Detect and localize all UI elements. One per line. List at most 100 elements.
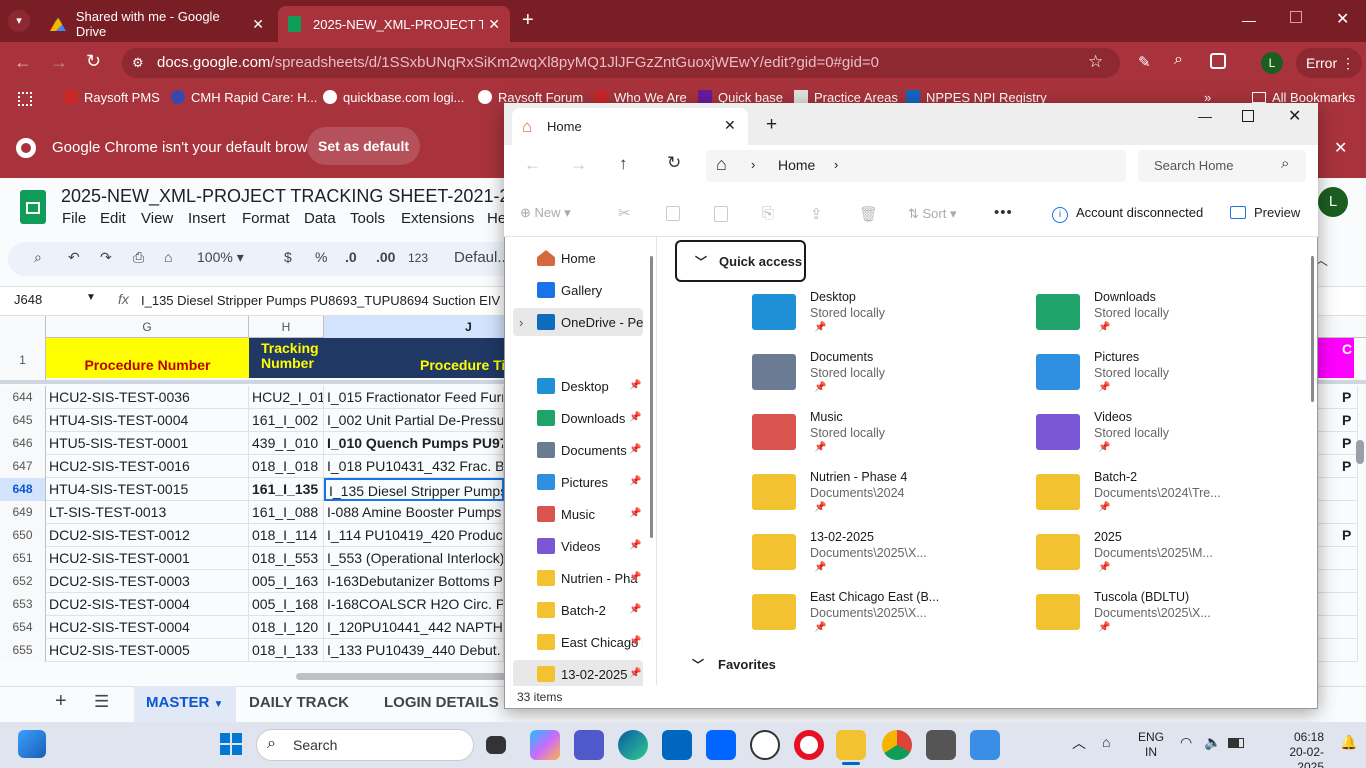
file-explorer-icon[interactable]	[836, 730, 866, 760]
cell-tracking-number[interactable]: 005_I_168	[249, 593, 324, 616]
language-indicator[interactable]: ENG IN	[1138, 730, 1164, 760]
cell-right-column[interactable]: P	[1318, 386, 1358, 409]
sidebar-item-home[interactable]: Home	[513, 244, 643, 272]
menu-file[interactable]: File	[62, 210, 86, 227]
cell-procedure-title[interactable]: I_135 Diesel Stripper Pumps P	[324, 478, 504, 501]
pen-icon[interactable]: ✎	[1138, 53, 1151, 71]
cell-right-column[interactable]	[1318, 547, 1358, 570]
restore-window-button[interactable]	[1290, 11, 1302, 23]
omnibox[interactable]: ⚙ docs.google.com/spreadsheets/d/1SSxbUN…	[122, 48, 1120, 78]
cell-right-column[interactable]: P	[1318, 409, 1358, 432]
paste-icon[interactable]	[714, 206, 728, 222]
close-infobar-icon[interactable]: ✕	[1334, 138, 1347, 158]
chrome-icon[interactable]	[882, 730, 912, 760]
sheet-tab-daily-track[interactable]: DAILY TRACK	[249, 694, 349, 711]
reload-icon[interactable]: ↻	[86, 51, 101, 72]
edge-icon[interactable]	[618, 730, 648, 760]
up-icon[interactable]: ↑	[619, 154, 628, 174]
site-info-icon[interactable]: ⚙	[132, 55, 144, 71]
tab-search-button[interactable]: ▾	[8, 10, 30, 32]
widgets-icon[interactable]	[18, 730, 46, 758]
cell-procedure-title[interactable]: I-088 Amine Booster Pumps P	[324, 501, 504, 524]
sidebar-item-nutrien-pha[interactable]: Nutrien - Pha	[513, 564, 643, 592]
row-number[interactable]: 655	[0, 639, 46, 662]
close-tab-icon[interactable]: ✕	[488, 16, 500, 33]
row-number[interactable]: 648	[0, 478, 46, 501]
row-number[interactable]: 652	[0, 570, 46, 593]
row-number[interactable]: 651	[0, 547, 46, 570]
refresh-icon[interactable]: ↻	[667, 153, 681, 173]
cell-procedure-title[interactable]: I_114 PU10419_420 Product S	[324, 524, 504, 547]
cell-procedure-title[interactable]: I_120PU10441_442 NAPTHA	[324, 616, 504, 639]
task-view-icon[interactable]	[486, 736, 506, 754]
row-number[interactable]: 647	[0, 455, 46, 478]
cell-right-column[interactable]	[1318, 478, 1358, 501]
percent-format-button[interactable]: %	[315, 249, 327, 265]
all-sheets-icon[interactable]: ☰	[94, 692, 109, 712]
sheet-tab-login-details[interactable]: LOGIN DETAILS	[384, 694, 499, 711]
rename-icon[interactable]: ⎘	[762, 205, 774, 222]
cell-procedure-title[interactable]: I_133 PU10439_440 Debut. B	[324, 639, 504, 662]
select-all-corner[interactable]	[0, 316, 46, 338]
cell-tracking-number[interactable]: 018_I_133	[249, 639, 324, 662]
cell-procedure-number[interactable]: HCU2-SIS-TEST-0036	[46, 386, 249, 409]
column-header-h[interactable]: H	[249, 316, 324, 338]
bookmark-raysoft-pms[interactable]: Raysoft PMS	[64, 90, 160, 105]
copy-icon[interactable]	[666, 206, 680, 221]
row-number[interactable]: 1	[0, 338, 46, 382]
preview-button[interactable]: Preview	[1230, 205, 1300, 220]
app-icon[interactable]	[970, 730, 1000, 760]
row-number[interactable]: 649	[0, 501, 46, 524]
bookmark-star-icon[interactable]: ☆	[1088, 52, 1103, 72]
quick-access-item[interactable]: 13-02-2025 Documents\2025\X... 📌	[752, 530, 1012, 590]
network-status-icon[interactable]: ⌂	[1102, 734, 1110, 750]
cell-procedure-number[interactable]: HTU4-SIS-TEST-0015	[46, 478, 249, 501]
cell-procedure-number[interactable]: HCU2-SIS-TEST-0005	[46, 639, 249, 662]
row-number[interactable]: 650	[0, 524, 46, 547]
windows-start-icon[interactable]	[220, 733, 242, 755]
more-formats-button[interactable]: 123	[408, 251, 428, 265]
quick-access-item[interactable]: Downloads Stored locally 📌	[1036, 290, 1296, 350]
quick-access-item[interactable]: Desktop Stored locally 📌	[752, 290, 1012, 350]
row-number[interactable]: 646	[0, 432, 46, 455]
sidebar-item-batch-2[interactable]: Batch-2	[513, 596, 643, 624]
horizontal-scrollbar[interactable]	[296, 673, 506, 680]
cell-right-column[interactable]	[1318, 639, 1358, 662]
document-title[interactable]: 2025-NEW_XML-PROJECT TRACKING SHEET-2021…	[61, 186, 530, 207]
cell-procedure-title[interactable]: I_015 Fractionator Feed Furna	[324, 386, 504, 409]
cell-procedure-title[interactable]: I_018 PU10431_432 Frac. Bo	[324, 455, 504, 478]
cell-procedure-title[interactable]: I_002 Unit Partial De-Pressuri	[324, 409, 504, 432]
sidebar-item-documents[interactable]: Documents	[513, 436, 643, 464]
set-as-default-button[interactable]: Set as default	[307, 127, 420, 165]
profile-avatar[interactable]: L	[1261, 52, 1283, 74]
cell-procedure-number[interactable]: DCU2-SIS-TEST-0012	[46, 524, 249, 547]
tab-google-drive[interactable]: Shared with me - Google Drive ✕	[40, 6, 274, 42]
sidebar-item-gallery[interactable]: Gallery	[513, 276, 643, 304]
tab-tracking-sheet[interactable]: 2025-NEW_XML-PROJECT TRAC ✕	[278, 6, 510, 42]
zoom-select[interactable]: 100% ▾	[197, 249, 244, 266]
share-icon[interactable]: ⇪	[810, 205, 823, 223]
cell-tracking-number[interactable]: 018_I_018	[249, 455, 324, 478]
quick-access-item[interactable]: Videos Stored locally 📌	[1036, 410, 1296, 470]
sidebar-item-music[interactable]: Music	[513, 500, 643, 528]
back-icon[interactable]: ←	[14, 52, 32, 73]
back-icon[interactable]: ←	[524, 155, 541, 175]
see-more-icon[interactable]: •••	[994, 204, 1013, 221]
bookmark-cmh[interactable]: CMH Rapid Care: H...	[171, 90, 317, 105]
breadcrumb-home[interactable]: Home	[778, 157, 815, 173]
row-number[interactable]: 644	[0, 386, 46, 409]
taskbar-search[interactable]: ⌕ Search	[256, 729, 474, 761]
menu-view[interactable]: View	[141, 210, 173, 227]
new-button[interactable]: ⊕ New ▾	[520, 205, 571, 221]
cell-tracking-number[interactable]: HCU2_I_01	[249, 386, 324, 409]
minimize-window-button[interactable]: —	[1198, 108, 1212, 124]
search-menus-icon[interactable]: ⌕	[34, 249, 42, 266]
quick-access-item[interactable]: Batch-2 Documents\2024\Tre... 📌	[1036, 470, 1296, 530]
copilot-icon[interactable]	[530, 730, 560, 760]
print-icon[interactable]: ⎙	[133, 249, 144, 266]
show-hidden-icons[interactable]: ︿	[1072, 733, 1086, 753]
cell-tracking-number[interactable]: 005_I_163	[249, 570, 324, 593]
undo-icon[interactable]: ↶	[68, 249, 80, 266]
sort-button[interactable]: ⇅ Sort ▾	[908, 206, 957, 222]
cell-tracking-number[interactable]: 018_I_120	[249, 616, 324, 639]
